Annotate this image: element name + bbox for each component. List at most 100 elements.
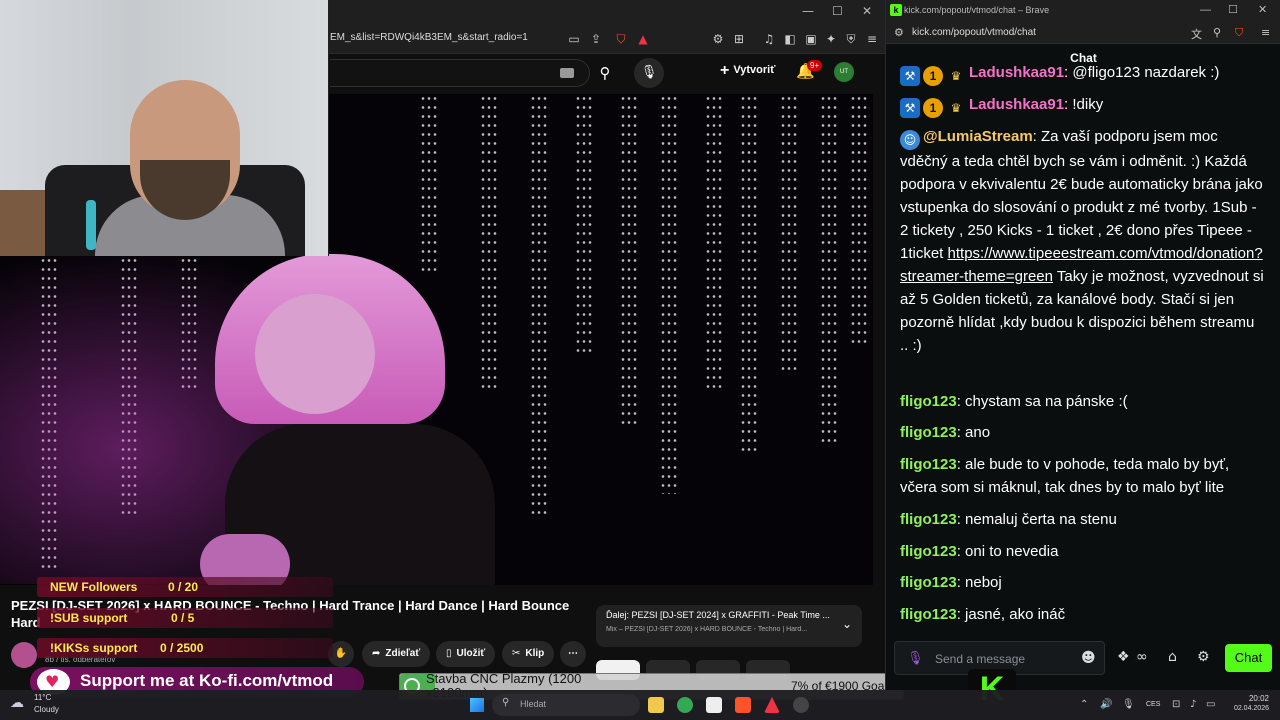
chat-username[interactable]: fligo123 — [900, 456, 957, 473]
start-button[interactable] — [470, 698, 484, 712]
moderator-badge-icon: ⚒ — [900, 98, 920, 118]
chat-text: ano — [960, 424, 991, 441]
chat-text: Za vaší podporu jsem moc vděčný a teda c… — [900, 128, 1263, 262]
chat-settings-gear-icon[interactable]: ⚙ — [1197, 649, 1210, 665]
weather-description[interactable]: Cloudy — [34, 705, 59, 714]
weather-temperature[interactable]: 11°C — [34, 693, 51, 702]
chat-url-text[interactable]: kick.com/popout/vtmod/chat — [912, 27, 1036, 38]
chat-message: fligo123: chystam sa na pánske :( — [900, 393, 1128, 410]
chat-username[interactable]: Ladushkaa91 — [969, 64, 1064, 81]
create-button[interactable]: + Vytvoriť — [720, 62, 776, 80]
sparkle-light — [575, 94, 593, 354]
clip-button[interactable]: ✂ Klip — [502, 641, 555, 667]
search-input[interactable] — [330, 59, 590, 87]
brave-icon[interactable] — [735, 697, 751, 713]
clock-time[interactable]: 20:02 — [1222, 694, 1269, 703]
sparkle-light — [850, 94, 868, 344]
chrome-icon[interactable] — [677, 697, 693, 713]
chat-username[interactable]: @LumiaStream — [923, 128, 1033, 145]
minimize-icon[interactable]: — — [802, 4, 814, 18]
file-explorer-icon[interactable] — [648, 697, 664, 713]
chat-address-bar[interactable]: ⚙ kick.com/popout/vtmod/chat 文 ⚲ ⛉ ≡ — [886, 22, 1280, 44]
wallet-icon[interactable]: ▣ — [804, 32, 818, 46]
menu-icon[interactable]: ≡ — [865, 32, 879, 46]
maximize-icon[interactable]: ☐ — [832, 4, 843, 18]
translate-icon[interactable]: 文 — [1191, 26, 1202, 42]
close-icon[interactable]: ✕ — [1258, 3, 1267, 16]
chat-input-placeholder: Send a message — [935, 652, 1026, 666]
chat-username[interactable]: fligo123 — [900, 511, 957, 528]
search-icon: ⚲ — [502, 697, 510, 708]
infinity-icon[interactable]: ∞ — [1136, 649, 1148, 665]
crown-badge-icon: ♛ — [950, 101, 962, 115]
input-language[interactable]: CES — [1146, 701, 1160, 708]
brave-shield-icon[interactable]: ⛉ — [1235, 26, 1243, 40]
speaker-icon[interactable]: 🔊 — [1100, 699, 1112, 710]
share-icon[interactable]: ⇪ — [589, 32, 603, 46]
extensions-icon[interactable]: ⚙ — [711, 32, 725, 46]
install-app-icon[interactable]: ▭ — [567, 32, 581, 46]
rewards-icon[interactable] — [764, 697, 780, 713]
translate-icon[interactable]: ⊞ — [732, 32, 746, 46]
microphone-icon[interactable]: 🎙 — [1122, 699, 1135, 710]
chat-username[interactable]: Ladushkaa91 — [969, 96, 1064, 113]
up-next-subtitle: Mix – PEZSI [DJ-SET 2026] x HARD BOUNCE … — [606, 626, 808, 633]
microphone-icon[interactable]: 🎙 — [907, 651, 924, 666]
keyboard-icon[interactable] — [560, 68, 574, 78]
vpn-icon[interactable]: ⛨ — [844, 32, 858, 46]
chevron-up-icon[interactable]: ⌃ — [1080, 699, 1088, 710]
sidebar-icon[interactable]: ◧ — [783, 32, 797, 46]
chat-message-list[interactable]: ⚒ 1 ♛ Ladushkaa91: @fligo123 nazdarek :) ⚒ 1… — [886, 62, 1271, 632]
more-actions-button[interactable]: ⋯ — [560, 641, 586, 667]
save-button[interactable]: ▯ Uložiť — [436, 641, 496, 667]
chat-username[interactable]: fligo123 — [900, 393, 957, 410]
app-icon[interactable] — [793, 697, 809, 713]
channel-avatar[interactable] — [11, 642, 37, 668]
zoom-icon[interactable]: ⚲ — [1213, 26, 1221, 39]
chevron-down-icon[interactable]: ⌄ — [842, 617, 852, 631]
url-text[interactable]: EM_s&list=RDWQi4kB3EM_s&start_radio=1 — [330, 32, 528, 43]
leo-icon[interactable]: ✦ — [824, 32, 838, 46]
account-avatar[interactable]: UT — [834, 62, 854, 82]
mail-icon[interactable] — [706, 697, 722, 713]
volume-icon[interactable]: ♪ — [1190, 699, 1196, 710]
store-icon[interactable]: ⌂ — [1168, 649, 1177, 665]
chat-window-title: kick.com/popout/vtmod/chat – Brave — [904, 5, 1050, 15]
chat-username[interactable]: fligo123 — [900, 574, 957, 591]
up-next-card[interactable]: Ďalej: PEZSI [DJ-SET 2024] x GRAFFITI - … — [596, 605, 862, 647]
sparkle-light — [420, 94, 438, 274]
goal-value: 0 / 5 — [171, 611, 195, 625]
sparkle-light — [660, 94, 678, 494]
maximize-icon[interactable]: ☐ — [1228, 3, 1238, 16]
chat-message: ☺ @LumiaStream: Za vaší podporu jsem moc … — [900, 128, 1264, 354]
search-button[interactable]: ⚲ — [590, 59, 620, 87]
cloud-icon[interactable]: ☁ — [10, 695, 24, 711]
taskbar-search-box[interactable] — [492, 694, 640, 716]
close-icon[interactable]: ✕ — [862, 4, 872, 18]
goal-value: 0 / 20 — [168, 580, 199, 594]
menu-icon[interactable]: ≡ — [1261, 26, 1270, 39]
media-icon[interactable]: ♫ — [762, 32, 776, 46]
chat-username[interactable]: fligo123 — [900, 424, 957, 441]
thumbs-down-icon: ✋ — [334, 648, 348, 659]
chat-text: chystam sa na pánske :( — [960, 393, 1128, 410]
chat-username[interactable]: fligo123 — [900, 543, 957, 560]
goal-label: !SUB support — [50, 611, 128, 625]
chat-username[interactable]: fligo123 — [900, 606, 957, 623]
crown-badge-icon: ♛ — [950, 69, 962, 83]
chat-send-button[interactable]: Chat — [1225, 644, 1272, 672]
clock-date[interactable]: 02.04.2026 — [1222, 705, 1269, 712]
site-settings-icon[interactable]: ⚙ — [894, 26, 904, 39]
battery-icon[interactable]: ▭ — [1206, 699, 1215, 710]
emoji-icon[interactable]: ☻ — [1081, 650, 1096, 666]
voice-search-button[interactable]: 🎙 — [634, 58, 664, 88]
brave-shield-icon[interactable]: ⛉ — [614, 32, 628, 46]
subscriber-badge: 1 — [923, 98, 943, 118]
emotes-icon[interactable]: ❖ — [1117, 649, 1130, 665]
chat-message: fligo123: neboj — [900, 574, 1002, 591]
minimize-icon[interactable]: — — [1200, 4, 1211, 16]
network-icon[interactable]: ⊡ — [1172, 699, 1180, 710]
share-button[interactable]: ➦ Zdieľať — [362, 641, 431, 667]
sparkle-light — [705, 94, 723, 394]
brave-rewards-icon[interactable]: ▲ — [636, 32, 650, 46]
